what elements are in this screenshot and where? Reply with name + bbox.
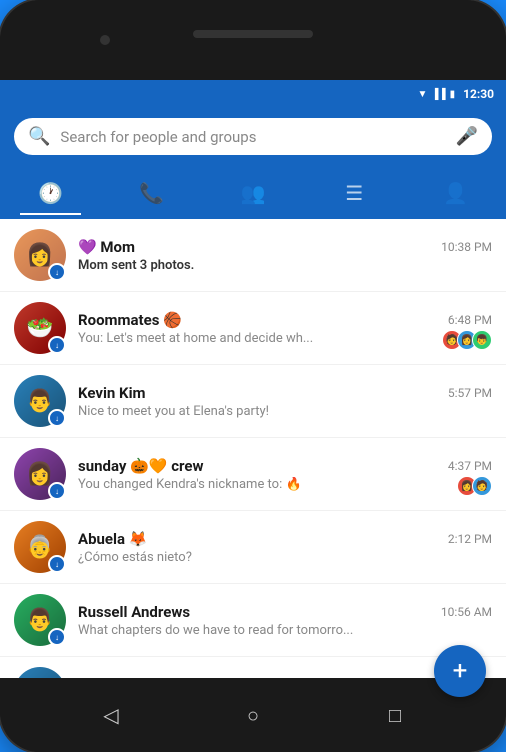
conversation-header-row: sunday 🎃🧡 crew 4:37 PM bbox=[78, 457, 492, 475]
avatar-badge: ↓ bbox=[48, 555, 66, 573]
search-bar[interactable]: 🔍 Search for people and groups 🎤 bbox=[14, 118, 492, 155]
phone-top bbox=[0, 0, 506, 80]
avatar-wrapper: 👨↓ bbox=[14, 375, 66, 427]
conversation-time: 5:57 PM bbox=[448, 386, 492, 400]
battery-icon: ▮ bbox=[450, 89, 456, 100]
conversation-item-abuela[interactable]: 👵↓ Abuela 🦊 2:12 PM ¿Cómo estás nieto? bbox=[0, 511, 506, 584]
phone-icon: 📞 bbox=[139, 181, 164, 205]
avatar-wrapper: 👨↓ bbox=[14, 594, 66, 646]
avatar: 👩 bbox=[14, 667, 66, 678]
search-icon: 🔍 bbox=[28, 126, 50, 147]
avatar-wrapper: 👩↓ bbox=[14, 229, 66, 281]
phone-screen: ▼ ▐▐ ▮ 12:30 🔍 Search for people and gro… bbox=[0, 80, 506, 678]
tab-profile[interactable]: 👤 bbox=[405, 173, 506, 213]
conversation-name: Chloe Bower bbox=[78, 676, 163, 679]
conversation-item-kevin[interactable]: 👨↓ Kevin Kim 5:57 PM Nice to meet you at El… bbox=[0, 365, 506, 438]
avatar-badge: ↓ bbox=[48, 263, 66, 281]
signal-icon: ▐▐ bbox=[431, 89, 445, 100]
avatar-wrapper: 👩↓ bbox=[14, 448, 66, 500]
conversation-time: 2:12 PM bbox=[448, 532, 492, 546]
status-bar: ▼ ▐▐ ▮ 12:30 bbox=[0, 80, 506, 108]
status-time: 12:30 bbox=[463, 87, 494, 101]
compose-icon: + bbox=[453, 656, 468, 686]
conversation-content: Chloe Bower9:10 AMYou: Did I leave my um… bbox=[78, 676, 492, 679]
mic-icon[interactable]: 🎤 bbox=[456, 126, 478, 147]
recent-apps-button[interactable]: □ bbox=[375, 695, 415, 735]
tab-people[interactable]: 👥 bbox=[202, 173, 303, 213]
conversation-preview: Nice to meet you at Elena's party! bbox=[78, 404, 492, 419]
avatar-wrapper: 🥗↓ bbox=[14, 302, 66, 354]
conversation-time: 4:37 PM bbox=[448, 459, 492, 473]
conversation-header-row: Chloe Bower9:10 AM bbox=[78, 676, 492, 679]
home-icon: ○ bbox=[247, 703, 259, 728]
status-icons: ▼ ▐▐ ▮ bbox=[417, 89, 455, 100]
conversation-name: Kevin Kim bbox=[78, 384, 146, 402]
profile-icon: 👤 bbox=[443, 181, 468, 205]
conversation-preview: You changed Kendra's nickname to: 🔥 bbox=[78, 477, 492, 492]
avatar-badge: ↓ bbox=[48, 628, 66, 646]
conversation-content: Russell Andrews 10:56 AM What chapters do … bbox=[78, 603, 492, 638]
back-button[interactable]: ◁ bbox=[91, 695, 131, 735]
group-avatars: 🧑👩👦 bbox=[447, 330, 492, 350]
conversation-item-chloe[interactable]: 👩✏ Chloe Bower9:10 AMYou: Did I leave my … bbox=[0, 657, 506, 678]
avatar-badge: ↓ bbox=[48, 482, 66, 500]
conversation-header-row: Roommates 🏀 6:48 PM bbox=[78, 311, 492, 329]
conversation-preview: Mom sent 3 photos. bbox=[78, 258, 492, 273]
conversation-item-mom[interactable]: 👩↓ 💜 Mom 10:38 PM Mom sent 3 photos. bbox=[0, 219, 506, 292]
tab-groups[interactable]: ☰ bbox=[304, 173, 405, 213]
avatar-wrapper: 👩✏ bbox=[14, 667, 66, 678]
nav-tabs: 🕐 📞 👥 ☰ 👤 bbox=[0, 169, 506, 219]
speaker bbox=[193, 30, 313, 38]
search-placeholder: Search for people and groups bbox=[60, 128, 445, 146]
conversation-name: Roommates 🏀 bbox=[78, 311, 182, 329]
avatar-badge: ↓ bbox=[48, 409, 66, 427]
home-button[interactable]: ○ bbox=[233, 695, 273, 735]
header: 🔍 Search for people and groups 🎤 bbox=[0, 108, 506, 169]
conversation-name: 💜 Mom bbox=[78, 238, 135, 256]
conversation-header-row: 💜 Mom 10:38 PM bbox=[78, 238, 492, 256]
conversation-item-roommates[interactable]: 🥗↓ Roommates 🏀 6:48 PM You: Let's meet at h… bbox=[0, 292, 506, 365]
conversation-item-russell[interactable]: 👨↓ Russell Andrews 10:56 AM What chapters d… bbox=[0, 584, 506, 657]
conversation-list: 👩↓💜 Mom10:38 PMMom sent 3 photos.🥗↓Roomm… bbox=[0, 219, 506, 678]
conversation-time: 6:48 PM bbox=[448, 313, 492, 327]
tab-recent[interactable]: 🕐 bbox=[0, 173, 101, 213]
conversation-content: Roommates 🏀 6:48 PM You: Let's meet at hom… bbox=[78, 311, 492, 346]
conversation-preview: You: Let's meet at home and decide wh... bbox=[78, 331, 492, 346]
conversation-header-row: Kevin Kim 5:57 PM bbox=[78, 384, 492, 402]
conversation-content: 💜 Mom 10:38 PM Mom sent 3 photos. bbox=[78, 238, 492, 273]
group-avatars: 👩🧑 bbox=[462, 476, 492, 496]
phone-bottom: ◁ ○ □ bbox=[0, 678, 506, 752]
back-icon: ◁ bbox=[103, 703, 118, 727]
conversation-preview: ¿Cómo estás nieto? bbox=[78, 550, 492, 565]
group-mini-avatar: 👦 bbox=[472, 330, 492, 350]
conversation-item-sunday[interactable]: 👩↓ sunday 🎃🧡 crew 4:37 PM You changed Kendr… bbox=[0, 438, 506, 511]
group-mini-avatar: 🧑 bbox=[472, 476, 492, 496]
avatar-wrapper: 👵↓ bbox=[14, 521, 66, 573]
conversation-name: Russell Andrews bbox=[78, 603, 190, 621]
conversation-time: 10:56 AM bbox=[441, 605, 492, 619]
conversation-content: Abuela 🦊 2:12 PM ¿Cómo estás nieto? bbox=[78, 530, 492, 565]
conversation-time: 10:38 PM bbox=[441, 240, 492, 254]
conversation-content: sunday 🎃🧡 crew 4:37 PM You changed Kendra'… bbox=[78, 457, 492, 492]
avatar-badge: ↓ bbox=[48, 336, 66, 354]
conversation-header-row: Abuela 🦊 2:12 PM bbox=[78, 530, 492, 548]
clock-icon: 🕐 bbox=[38, 181, 63, 205]
conversation-name: Abuela 🦊 bbox=[78, 530, 147, 548]
list-icon: ☰ bbox=[345, 181, 363, 205]
conversation-header-row: Russell Andrews 10:56 AM bbox=[78, 603, 492, 621]
wifi-icon: ▼ bbox=[417, 89, 427, 100]
recent-icon: □ bbox=[389, 703, 401, 728]
tab-calls[interactable]: 📞 bbox=[101, 173, 202, 213]
conversation-name: sunday 🎃🧡 crew bbox=[78, 457, 204, 475]
phone-frame: ▼ ▐▐ ▮ 12:30 🔍 Search for people and gro… bbox=[0, 0, 506, 752]
conversation-content: Kevin Kim 5:57 PM Nice to meet you at Elen… bbox=[78, 384, 492, 419]
people-icon: 👥 bbox=[241, 181, 266, 205]
conversation-preview: What chapters do we have to read for tom… bbox=[78, 623, 492, 638]
camera bbox=[100, 35, 110, 45]
fab-compose[interactable]: + bbox=[434, 645, 486, 697]
